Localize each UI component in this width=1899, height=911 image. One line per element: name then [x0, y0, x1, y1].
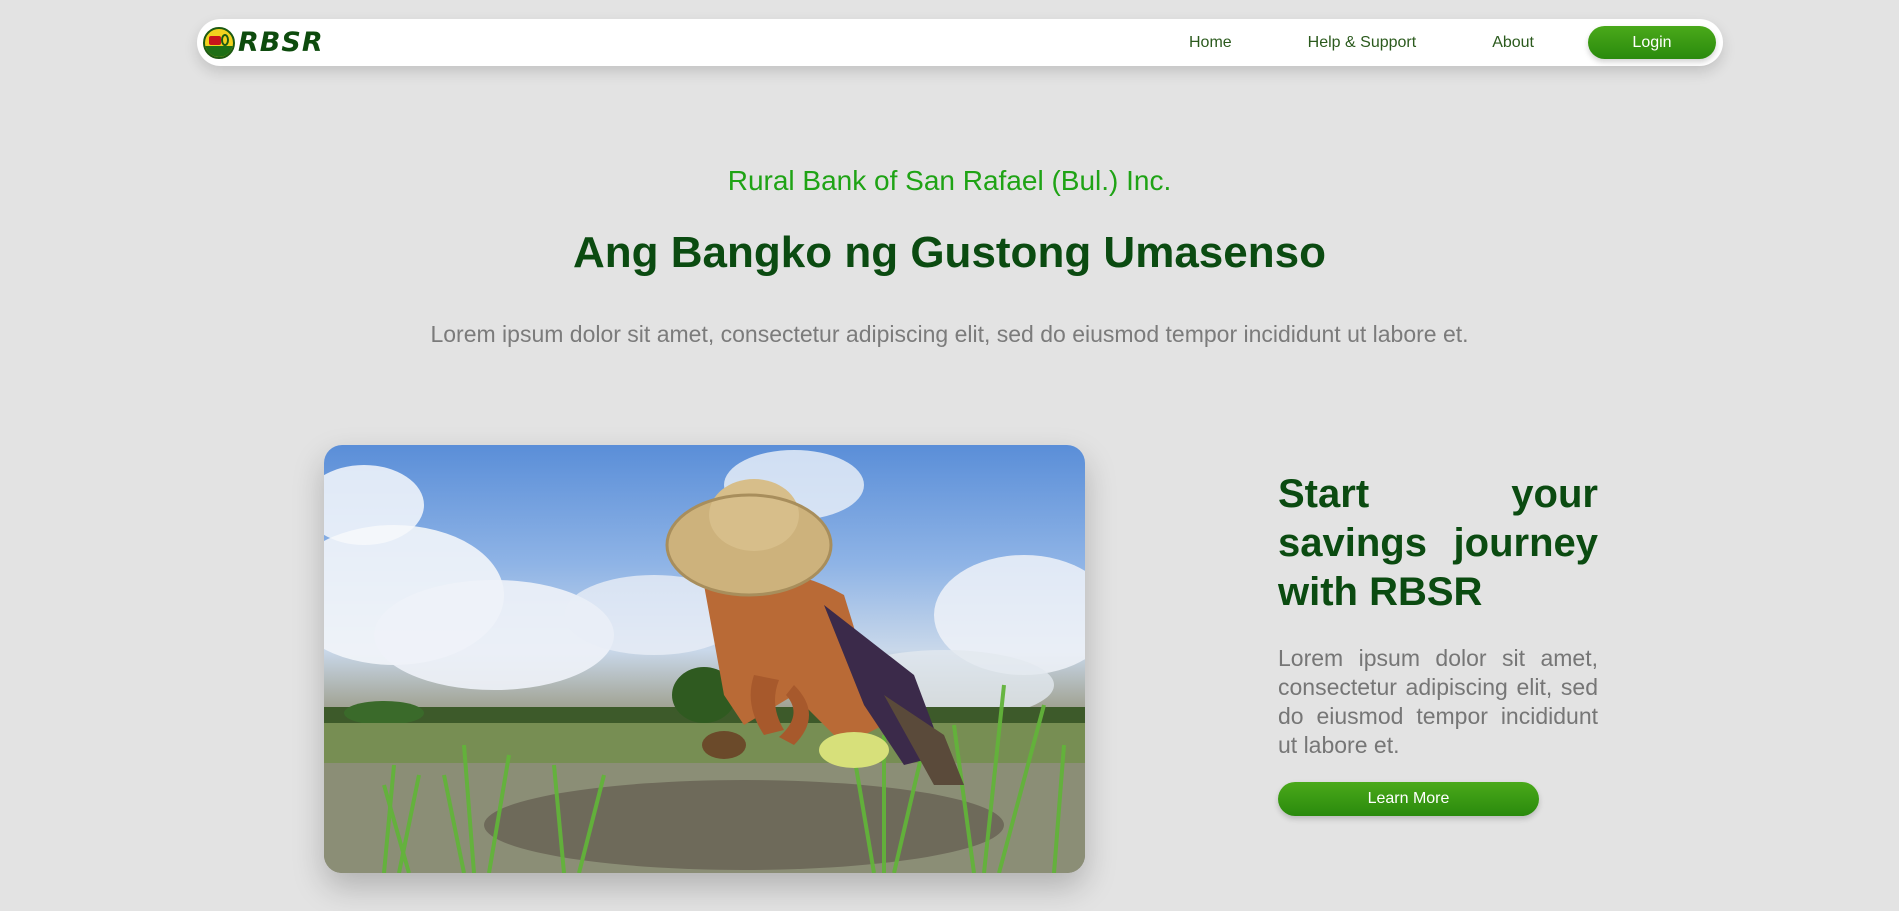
farmer-planting-rice-photo	[324, 445, 1085, 873]
nav-links: Home Help & Support About Login	[1189, 26, 1716, 59]
learn-more-button[interactable]: Learn More	[1278, 782, 1539, 816]
bank-seal-logo-icon	[203, 26, 235, 59]
nav-help-support-link[interactable]: Help & Support	[1308, 34, 1417, 52]
hero-title: Ang Bangko ng Gustong Umasenso	[573, 228, 1326, 277]
top-navbar: RBSR Home Help & Support About Login	[197, 19, 1723, 66]
feature-title: Start your savings journey with RBSR	[1278, 472, 1598, 614]
brand-name: RBSR	[238, 27, 324, 58]
feature-description: Lorem ipsum dolor sit amet, consectetur …	[1278, 645, 1598, 758]
hero-subtitle: Rural Bank of San Rafael (Bul.) Inc.	[727, 165, 1172, 196]
brand-logo[interactable]: RBSR	[203, 26, 324, 59]
nav-home-link[interactable]: Home	[1189, 34, 1232, 52]
nav-about-link[interactable]: About	[1492, 34, 1534, 52]
login-button[interactable]: Login	[1588, 26, 1716, 59]
hero-description: Lorem ipsum dolor sit amet, consectetur …	[430, 321, 1469, 347]
photo-illustration	[324, 450, 1085, 873]
